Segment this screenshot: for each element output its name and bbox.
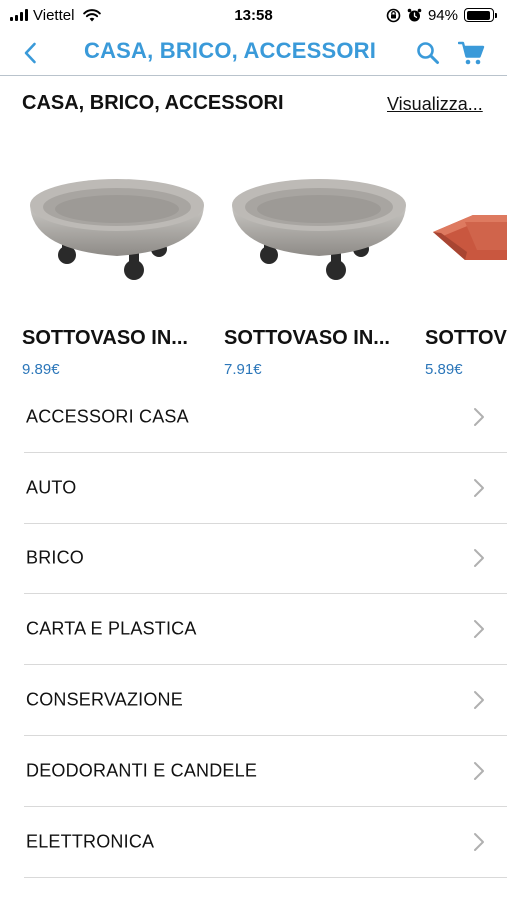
product-image-saucer-wheels xyxy=(232,179,406,280)
chevron-left-icon xyxy=(24,42,36,64)
product-card[interactable]: SOTTOVASO IN... 7.91€ xyxy=(224,130,414,385)
category-item-auto[interactable]: AUTO xyxy=(24,453,507,524)
product-name: SOTTOVASO IN... xyxy=(224,327,390,349)
wifi-icon xyxy=(83,8,102,22)
category-item-brico[interactable]: BRICO xyxy=(24,524,507,595)
product-image-terracotta-saucer xyxy=(433,215,507,260)
product-carousel[interactable]: SOTTOVASO IN... 9.89€ SOTTOVASO IN... 7.… xyxy=(0,130,507,385)
status-right: 94% xyxy=(386,7,497,24)
status-left: Viettel xyxy=(10,6,102,24)
product-price: 7.91€ xyxy=(224,361,262,378)
rotation-lock-icon xyxy=(386,8,401,23)
category-item-carta-e-plastica[interactable]: CARTA E PLASTICA xyxy=(24,594,507,666)
search-button[interactable] xyxy=(413,38,443,68)
category-label: CARTA E PLASTICA xyxy=(26,618,197,639)
section-title: CASA, BRICO, ACCESSORI xyxy=(22,92,284,114)
category-label: BRICO xyxy=(26,547,85,568)
product-name: SOTTOV xyxy=(425,327,507,349)
nav-bar: CASA, BRICO, ACCESSORI xyxy=(0,30,507,76)
battery-percent: 94% xyxy=(427,6,458,24)
product-name: SOTTOVASO IN... xyxy=(22,327,188,349)
category-list: ACCESSORI CASA AUTO BRICO CARTA E PLASTI… xyxy=(0,382,507,878)
back-button[interactable] xyxy=(16,39,44,67)
chevron-right-icon xyxy=(474,478,484,497)
chevron-right-icon xyxy=(474,761,484,780)
view-all-link[interactable]: Visualizza... xyxy=(387,94,483,115)
product-price: 5.89€ xyxy=(425,361,463,378)
chevron-right-icon xyxy=(474,407,484,426)
cart-icon xyxy=(457,41,484,64)
chevron-right-icon xyxy=(474,549,484,568)
battery-icon xyxy=(464,8,497,22)
alarm-icon xyxy=(407,8,422,23)
category-label: ACCESSORI CASA xyxy=(26,406,189,427)
product-price: 9.89€ xyxy=(22,361,60,378)
category-item-conservazione[interactable]: CONSERVAZIONE xyxy=(24,665,507,736)
category-item-elettronica[interactable]: ELETTRONICA xyxy=(24,807,507,878)
cart-button[interactable] xyxy=(456,38,486,68)
product-image-saucer-wheels xyxy=(30,179,204,280)
page-title: CASA, BRICO, ACCESSORI xyxy=(84,38,377,63)
status-bar: Viettel 13:58 94% xyxy=(0,0,507,30)
category-label: DEODORANTI E CANDELE xyxy=(26,760,258,781)
chevron-right-icon xyxy=(474,832,484,851)
chevron-right-icon xyxy=(474,691,484,710)
category-item-deodoranti-e-candele[interactable]: DEODORANTI E CANDELE xyxy=(24,736,507,807)
product-card[interactable]: SOTTOVASO IN... 9.89€ xyxy=(22,130,212,385)
search-icon xyxy=(417,42,439,64)
product-card[interactable]: SOTTOV 5.89€ xyxy=(425,130,507,385)
category-label: AUTO xyxy=(26,477,77,498)
category-label: ELETTRONICA xyxy=(26,831,155,852)
signal-icon xyxy=(10,9,28,21)
carrier-name: Viettel xyxy=(33,6,75,24)
category-label: CONSERVAZIONE xyxy=(26,689,183,710)
category-item-accessori-casa[interactable]: ACCESSORI CASA xyxy=(24,382,507,453)
chevron-right-icon xyxy=(474,620,484,639)
